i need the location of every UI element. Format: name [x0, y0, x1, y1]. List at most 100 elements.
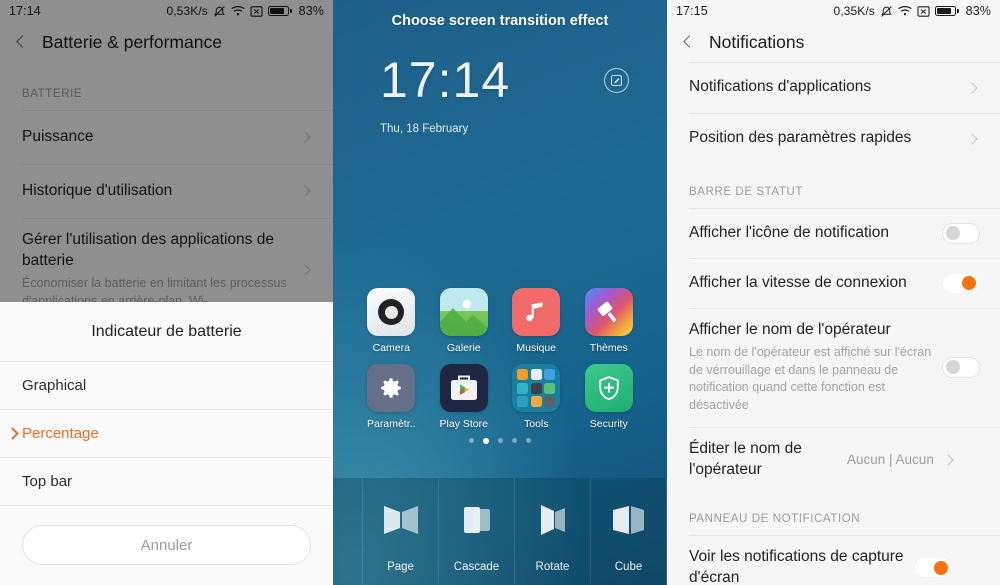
- security-icon: [584, 364, 633, 412]
- list-item-notifications-applications[interactable]: Notifications d'applications: [667, 62, 1000, 113]
- transition-label: Cascade: [453, 561, 500, 573]
- transition-option-rotate[interactable]: Rotate: [515, 478, 591, 585]
- clock-date: Thu, 18 February: [380, 123, 469, 135]
- dialog-option-label: Graphical: [22, 376, 87, 394]
- section-header-notification-panel: PANNEAU DE NOTIFICATION: [689, 512, 861, 525]
- transition-label: Page: [387, 561, 414, 573]
- title-bar: Notifications: [667, 22, 1000, 62]
- toggle-switch[interactable]: [942, 222, 980, 244]
- row-title: Afficher l'icône de notification: [689, 223, 889, 241]
- camera-icon: [367, 288, 416, 336]
- app-play-store[interactable]: Play Store: [428, 364, 501, 430]
- dialog-option-label: Percentage: [22, 424, 99, 442]
- setting-edit-operator-name[interactable]: Éditer le nom de l'opérateur Aucun | Auc…: [667, 426, 1000, 493]
- row-text: Éditer le nom de l'opérateur: [689, 427, 839, 493]
- lockscreen-clock: 17:14 Thu, 18 February: [380, 55, 510, 135]
- page-dot-active[interactable]: [483, 438, 489, 444]
- app-parametres[interactable]: Paramètr..: [355, 364, 428, 430]
- themes-icon: [584, 288, 633, 336]
- app-label: Musique: [516, 342, 557, 354]
- transition-label: Rotate: [535, 561, 570, 573]
- app-camera[interactable]: Camera: [355, 288, 428, 354]
- row-text: Voir les notifications de capture d'écra…: [689, 535, 904, 585]
- dialog-option-label: Top bar: [22, 472, 73, 490]
- chevron-right-icon: [942, 453, 956, 467]
- page-dot[interactable]: [526, 438, 531, 443]
- row-subtitle: Le nom de l'opérateur est affiché sur l'…: [689, 344, 932, 413]
- toggle-switch[interactable]: [942, 356, 980, 378]
- screen-battery-performance: 17:14 0,53K/s 83% Batterie & performance…: [0, 0, 333, 585]
- toggle-knob: [934, 560, 948, 575]
- dialog-title: Indicateur de batterie: [91, 323, 242, 340]
- x-box-icon: [917, 5, 930, 17]
- transition-option-cube[interactable]: Cube: [591, 478, 667, 585]
- notifications-settings-list: Notifications d'applications Position de…: [667, 62, 1000, 585]
- setting-show-connection-speed[interactable]: Afficher la vitesse de connexion: [667, 258, 1000, 308]
- battery-indicator-dialog: Indicateur de batterie Graphical Percent…: [0, 302, 333, 585]
- toggle-knob: [962, 276, 976, 290]
- clock-time: 17:14: [380, 52, 511, 108]
- status-bar-network-speed: 0,35K/s: [833, 4, 875, 18]
- row-text: Position des paramètres rapides: [689, 116, 958, 161]
- screen-transition-effect-picker: Choose screen transition effect 17:14 Th…: [333, 0, 667, 585]
- app-galerie[interactable]: Galerie: [428, 288, 501, 354]
- app-label: Galerie: [446, 342, 481, 354]
- wifi-icon: [898, 5, 912, 17]
- setting-screenshot-notifications[interactable]: Voir les notifications de capture d'écra…: [667, 534, 1000, 585]
- tools-folder-icon: [512, 364, 561, 412]
- row-title: Afficher le nom de l'opérateur: [689, 321, 891, 338]
- app-themes[interactable]: Thèmes: [573, 288, 646, 354]
- three-phone-screenshots: 17:14 0,53K/s 83% Batterie & performance…: [0, 0, 1000, 585]
- app-label: Security: [589, 418, 628, 430]
- back-arrow-icon[interactable]: [681, 34, 697, 50]
- chevron-right-icon: [966, 81, 980, 95]
- music-icon: [512, 288, 561, 336]
- section-header-status-bar: BARRE DE STATUT: [689, 186, 803, 198]
- app-label: Tools: [523, 418, 549, 430]
- gallery-icon: [439, 288, 488, 336]
- transition-option-page[interactable]: Page: [363, 478, 439, 585]
- dialog-option-percentage[interactable]: Percentage: [0, 409, 333, 458]
- transition-label: Cube: [614, 561, 643, 573]
- dialog-option-graphical[interactable]: Graphical: [0, 361, 333, 410]
- page-title: Notifications: [709, 31, 805, 52]
- mute-icon: [880, 5, 893, 18]
- screen-notifications-settings: 17:15 0,35K/s 83% Notifications Notifica…: [667, 0, 1000, 585]
- battery-percent-label: 83%: [965, 4, 991, 18]
- page-dot[interactable]: [469, 438, 474, 443]
- row-text: Notifications d'applications: [689, 65, 958, 110]
- page-effect-icon: [381, 494, 421, 546]
- row-title: Éditer le nom de l'opérateur: [689, 439, 802, 478]
- page-dot[interactable]: [498, 438, 503, 443]
- battery-icon: [934, 6, 959, 16]
- app-security[interactable]: Security: [573, 364, 646, 430]
- selected-chevron-icon: [8, 428, 18, 438]
- dialog-actions: Annuler: [0, 506, 333, 585]
- row-title: Voir les notifications de capture d'écra…: [689, 547, 904, 585]
- transition-effect-strip: Page Cascade Rotate Cube: [333, 478, 667, 585]
- transition-option-partial[interactable]: [333, 478, 363, 585]
- row-title: Notifications d'applications: [689, 78, 872, 96]
- toggle-knob: [946, 360, 960, 375]
- cancel-button[interactable]: Annuler: [22, 525, 311, 565]
- setting-show-notification-icon[interactable]: Afficher l'icône de notification: [667, 208, 1000, 258]
- setting-show-operator-name[interactable]: Afficher le nom de l'opérateur Le nom de…: [667, 308, 1000, 427]
- app-tools-folder[interactable]: Tools: [500, 364, 573, 430]
- app-musique[interactable]: Musique: [500, 288, 573, 354]
- chevron-right-icon: [966, 132, 980, 146]
- dialog-option-top-bar[interactable]: Top bar: [0, 457, 333, 506]
- app-label: Play Store: [439, 418, 488, 430]
- app-label: Thèmes: [589, 342, 628, 354]
- app-label: Camera: [372, 342, 410, 354]
- transition-option-cascade[interactable]: Cascade: [439, 478, 515, 585]
- toggle-switch[interactable]: [942, 272, 980, 294]
- toggle-switch[interactable]: [914, 557, 952, 579]
- edit-square-icon[interactable]: [604, 68, 629, 93]
- transition-picker-title: Choose screen transition effect: [391, 13, 609, 29]
- status-bar-icons: 0,35K/s 83%: [833, 4, 991, 18]
- list-item-quick-settings-position[interactable]: Position des paramètres rapides: [667, 113, 1000, 164]
- row-text: Afficher l'icône de notification: [689, 211, 932, 256]
- settings-icon: [367, 364, 416, 412]
- rotate-effect-icon: [533, 494, 573, 546]
- page-dot[interactable]: [512, 438, 517, 443]
